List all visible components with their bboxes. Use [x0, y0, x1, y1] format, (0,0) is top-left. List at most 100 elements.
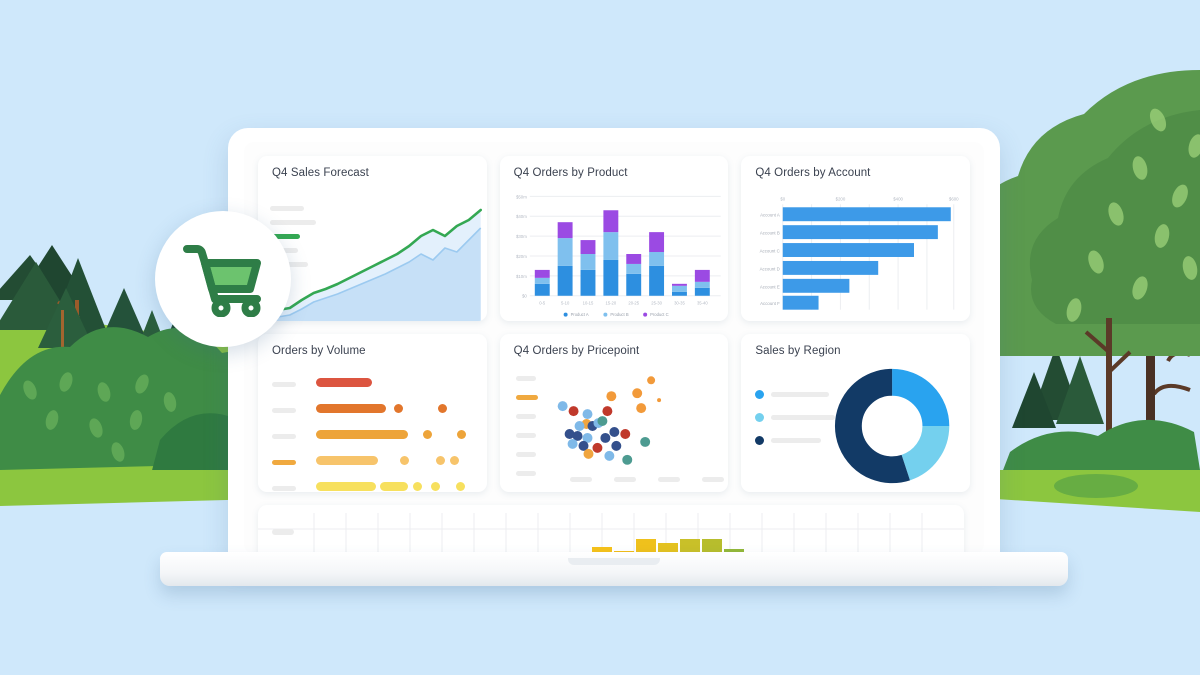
volume-dot	[456, 482, 465, 491]
svg-text:$30m: $30m	[516, 234, 527, 239]
sales-by-region-chart	[741, 366, 970, 492]
svg-text:Product C: Product C	[650, 312, 668, 317]
svg-text:Account C: Account C	[760, 249, 780, 254]
svg-text:$0: $0	[781, 196, 786, 201]
svg-text:5-10: 5-10	[561, 301, 570, 306]
scatter-y-labels	[515, 376, 538, 476]
y-label-6	[515, 471, 536, 476]
volume-dot	[413, 482, 422, 491]
account-bars	[783, 207, 952, 310]
svg-text:$10m: $10m	[516, 274, 527, 279]
dashboard-row-1: Q4 Sales Forecast Q4 Orders by Product $…	[258, 156, 971, 321]
volume-dot	[400, 456, 409, 465]
legend-label-region-1	[771, 392, 830, 397]
scatter-x-labels	[569, 477, 724, 482]
svg-text:$200: $200	[836, 196, 846, 201]
shopping-cart-icon	[183, 245, 261, 317]
legend-placeholder-2	[270, 220, 316, 225]
svg-text:$400: $400	[894, 196, 904, 201]
orders-by-product-chart: $50m $40m $30m $20m $10m $0 0-5 5-10 10-…	[500, 188, 729, 321]
dashboard: Q4 Sales Forecast Q4 Orders by Product $…	[244, 142, 984, 554]
chart-legend: Product A Product B Product C	[563, 312, 668, 317]
x-label-3	[657, 477, 680, 482]
legend-dot-region-1	[755, 390, 765, 399]
card-title-sales-by-region: Sales by Region	[755, 345, 841, 357]
svg-text:Account D: Account D	[760, 266, 780, 271]
volume-dot	[450, 456, 459, 465]
orders-by-pricepoint-chart	[500, 366, 729, 492]
y-label-5	[515, 452, 536, 457]
volume-dot	[431, 482, 440, 491]
volume-dot	[457, 430, 466, 439]
tree-trunk-small	[1106, 318, 1112, 438]
card-orders-by-volume[interactable]: Orders by Volume	[258, 334, 487, 492]
card-orders-by-account[interactable]: Q4 Orders by Account $0 $200 $400 $600 A…	[741, 156, 971, 321]
svg-text:Account F: Account F	[760, 301, 780, 306]
y-axis-ticks: $50m $40m $30m $20m $10m $0	[516, 194, 527, 298]
volume-bar-3	[316, 430, 408, 439]
shopping-cart-badge	[155, 211, 291, 347]
volume-row	[258, 482, 487, 492]
svg-text:35-40: 35-40	[697, 301, 708, 306]
svg-text:$0: $0	[522, 294, 527, 299]
laptop-base-notch	[568, 558, 660, 565]
x-label-2	[613, 477, 636, 482]
card-title-orders-by-volume: Orders by Volume	[272, 345, 366, 357]
laptop-screen-frame: Q4 Sales Forecast Q4 Orders by Product $…	[228, 128, 1000, 560]
region-legend-item[interactable]	[755, 413, 836, 422]
dashboard-row-3	[258, 505, 970, 554]
svg-text:15-20: 15-20	[605, 301, 616, 306]
y-label-3	[515, 414, 536, 419]
laptop-screen: Q4 Sales Forecast Q4 Orders by Product $…	[244, 142, 984, 554]
region-legend-item[interactable]	[755, 390, 835, 399]
volume-bar-5b	[380, 482, 408, 491]
svg-text:$50m: $50m	[516, 194, 527, 199]
card-title-orders-by-pricepoint: Q4 Orders by Pricepoint	[513, 345, 640, 357]
svg-text:10-15: 10-15	[582, 301, 593, 306]
volume-dot	[436, 456, 445, 465]
volume-row	[258, 456, 487, 482]
legend-dot-region-2	[755, 413, 765, 422]
y-label-4	[515, 433, 536, 438]
laptop-device: Q4 Sales Forecast Q4 Orders by Product $…	[160, 128, 1068, 586]
legend-label-region-2	[771, 415, 836, 420]
x-label-1	[569, 477, 592, 482]
axis-label-placeholder	[272, 529, 294, 535]
card-sales-by-region[interactable]: Sales by Region	[741, 334, 971, 492]
card-distribution[interactable]	[258, 505, 964, 554]
legend-label-region-3	[771, 438, 822, 443]
svg-text:Account E: Account E	[760, 284, 780, 289]
svg-text:25-30: 25-30	[651, 301, 662, 306]
meadow-shadow	[1054, 474, 1138, 498]
volume-row	[258, 404, 487, 430]
orders-by-volume-chart	[258, 366, 487, 492]
volume-bar-4	[316, 456, 378, 465]
svg-text:0-5: 0-5	[539, 301, 546, 306]
card-title-orders-by-product: Q4 Orders by Product	[513, 167, 628, 179]
svg-text:Account A: Account A	[760, 213, 780, 218]
card-orders-by-pricepoint[interactable]: Q4 Orders by Pricepoint	[499, 334, 729, 492]
x-axis-ticks: 0-5 5-10 10-15 15-20 20-25 25-30 30-35 3…	[539, 301, 708, 306]
orders-by-account-chart: $0 $200 $400 $600 Account A Account B Ac…	[741, 188, 970, 321]
legend-placeholder-1	[270, 206, 304, 211]
card-orders-by-product[interactable]: Q4 Orders by Product $50m $40m $30m $20m…	[499, 156, 729, 321]
y-label-2-active	[515, 395, 538, 400]
x-label-4	[701, 477, 724, 482]
svg-text:Product A: Product A	[570, 312, 588, 317]
svg-text:30-35: 30-35	[674, 301, 685, 306]
x-axis-ticks: $0 $200 $400 $600	[781, 196, 960, 201]
volume-bars	[258, 378, 487, 492]
card-sales-forecast[interactable]: Q4 Sales Forecast	[258, 156, 487, 321]
volume-dot	[438, 404, 447, 413]
region-legend	[755, 390, 836, 459]
region-legend-item[interactable]	[755, 436, 835, 445]
svg-text:$40m: $40m	[516, 214, 527, 219]
account-labels: Account A Account B Account C Account D …	[760, 213, 780, 306]
volume-bar-5	[316, 482, 376, 491]
distribution-chart	[258, 513, 964, 554]
y-label-1	[515, 376, 536, 381]
dashboard-row-2: Orders by Volume Q4 Orders by Pricepoint…	[258, 334, 971, 492]
volume-bar-2	[316, 404, 386, 413]
svg-text:Product B: Product B	[610, 312, 628, 317]
card-title-sales-forecast: Q4 Sales Forecast	[272, 167, 369, 179]
